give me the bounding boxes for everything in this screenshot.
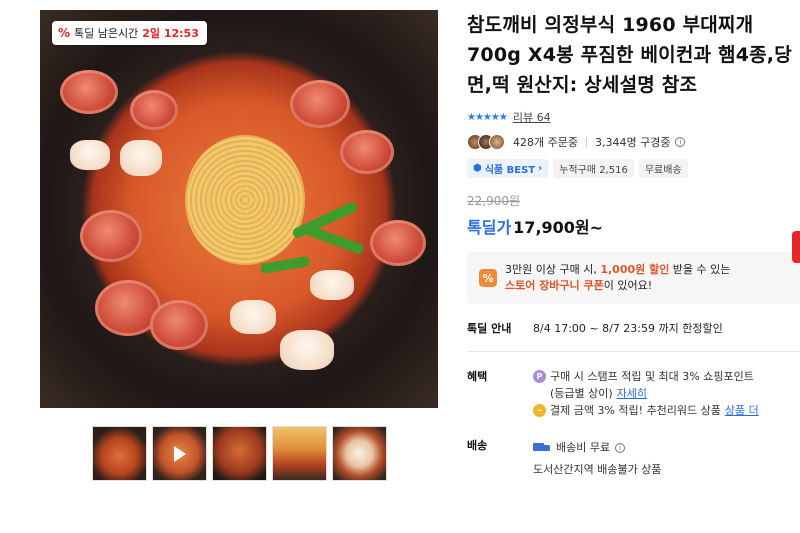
- price-row: 톡딜가 17,900원~: [467, 214, 800, 238]
- food-sausage: [130, 90, 178, 130]
- star-rating-icon: ★★★★★: [467, 111, 508, 123]
- original-price: 22,900원: [467, 194, 521, 208]
- shipping-section: 배송 배송비 무료 i 도서산간지역 배송불가 상품: [467, 437, 800, 481]
- thumbnail-3[interactable]: [212, 426, 267, 481]
- deal-info-label: 톡딜 안내: [467, 322, 512, 335]
- truck-icon: [533, 442, 551, 454]
- food-rice-cake: [70, 140, 110, 170]
- section-divider: [467, 351, 800, 352]
- thumbnail-5[interactable]: [332, 426, 387, 481]
- deal-info-value: 8/4 17:00 ~ 8/7 23:59 까지 한정할인: [533, 322, 723, 335]
- food-rice-cake: [310, 270, 354, 300]
- best-badge[interactable]: ⬢ 식품 BEST ›: [467, 159, 549, 178]
- info-icon[interactable]: i: [675, 137, 686, 147]
- point-coin-icon: P: [533, 370, 546, 383]
- benefit-line-1: 구매 시 스탬프 적립 및 최대 3% 쇼핑포인트: [550, 370, 754, 383]
- shipping-note: 도서산간지역 배송불가 상품: [533, 463, 662, 476]
- side-floating-tab[interactable]: [792, 231, 800, 263]
- food-sausage: [150, 300, 208, 350]
- deal-timer-badge: % 톡딜 남은시간 2일 12:53: [52, 21, 207, 45]
- timer-value: 2일 12:53: [142, 27, 199, 40]
- food-green-onion: [305, 225, 365, 255]
- deal-info-row: 톡딜 안내 8/4 17:00 ~ 8/7 23:59 까지 한정할인: [467, 320, 800, 336]
- cumulative-purchase-badge: 누적구매 2,516: [553, 159, 634, 178]
- review-count-link[interactable]: 리뷰 64: [513, 109, 551, 125]
- free-shipping-badge: 무료배송: [638, 159, 688, 178]
- product-info-panel: 참도깨비 의정부식 1960 부대찌개 700g X4봉 푸짐한 베이컨과 햄4…: [467, 10, 800, 481]
- food-sausage: [80, 210, 142, 262]
- chevron-right-icon: ›: [538, 163, 543, 174]
- food-sausage: [370, 220, 426, 266]
- rating-row: ★★★★★ 리뷰 64: [467, 109, 800, 125]
- badge-row: ⬢ 식품 BEST › 누적구매 2,516 무료배송: [467, 159, 800, 178]
- food-ramen-noodles: [185, 135, 305, 265]
- shield-icon: ⬢: [473, 163, 482, 174]
- shipping-label: 배송: [467, 439, 488, 452]
- percent-tag-icon: %: [58, 26, 71, 40]
- benefit-label: 혜택: [467, 370, 488, 383]
- benefit-detail-link[interactable]: 자세히: [617, 385, 647, 402]
- divider: [585, 137, 587, 147]
- deal-price: 17,900원~: [513, 218, 604, 237]
- food-sausage: [60, 70, 118, 114]
- benefit-line-3: 결제 금액 3% 적립! 추천리워드 상품: [550, 404, 721, 417]
- stats-row: 428개 주문중 3,344명 구경중 i: [467, 134, 800, 150]
- orders-count: 428개 주문중: [513, 136, 578, 149]
- thumbnail-strip: [92, 426, 387, 481]
- best-badge-label: 식품 BEST: [484, 165, 536, 176]
- reward-coin-icon: ~: [533, 404, 546, 417]
- thumbnail-1[interactable]: [92, 426, 147, 481]
- food-sausage: [340, 130, 394, 174]
- food-rice-cake: [120, 140, 162, 176]
- product-title: 참도깨비 의정부식 1960 부대찌개 700g X4봉 푸짐한 베이컨과 햄4…: [467, 14, 792, 96]
- thumbnail-2-video[interactable]: [152, 426, 207, 481]
- food-sausage: [290, 80, 350, 128]
- thumbnail-4[interactable]: [272, 426, 327, 481]
- viewers-count: 3,344명 구경중: [594, 136, 671, 149]
- benefit-section: 혜택 P 구매 시 스탬프 적립 및 최대 3% 쇼핑포인트 (등급별 상이) 자…: [467, 370, 759, 419]
- food-rice-cake: [280, 330, 334, 370]
- main-product-image[interactable]: [40, 10, 438, 408]
- coupon-banner[interactable]: % 3만원 이상 구매 시, 1,000원 할인 받을 수 있는 스토어 장바구…: [467, 252, 800, 304]
- info-icon[interactable]: i: [615, 443, 626, 453]
- timer-label: 톡딜 남은시간: [74, 27, 139, 40]
- food-rice-cake: [230, 300, 276, 334]
- deal-price-label: 톡딜가: [467, 218, 512, 237]
- coupon-text: 3만원 이상 구매 시, 1,000원 할인 받을 수 있는 스토어 장바구니 …: [505, 263, 731, 292]
- play-icon: [173, 445, 186, 462]
- buyer-avatars: [467, 134, 505, 150]
- coupon-percent-icon: %: [479, 269, 497, 287]
- benefit-more-link[interactable]: 상품 더: [725, 402, 759, 419]
- shipping-fee: 배송비 무료: [556, 441, 611, 454]
